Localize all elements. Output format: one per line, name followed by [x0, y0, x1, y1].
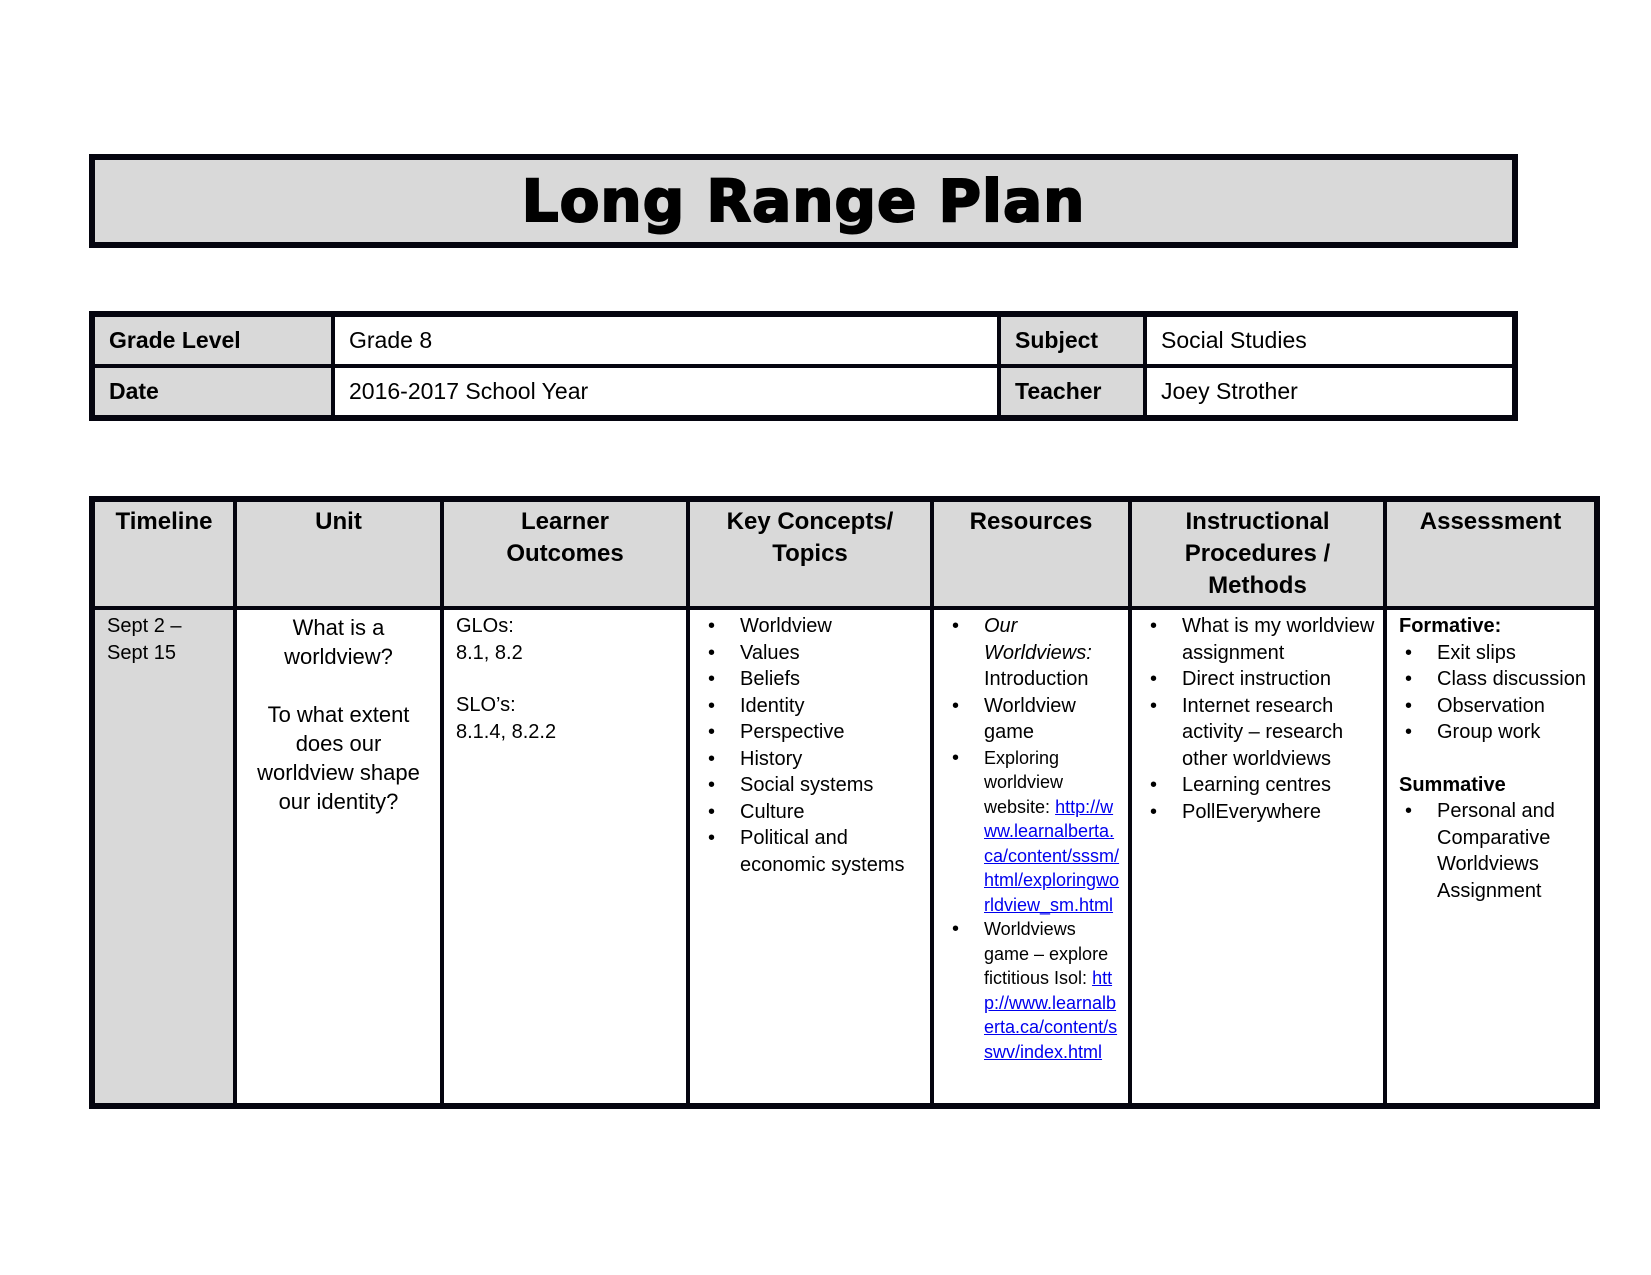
title-box: Long Range Plan [89, 154, 1518, 248]
summative-label: Summative [1399, 773, 1506, 796]
subject-label: Subject [997, 312, 1147, 368]
key-concept-item: Beliefs [708, 666, 924, 693]
glos-label: GLOs: [456, 615, 514, 637]
formative-item: Observation [1405, 693, 1588, 720]
resource-item: Worldview game [952, 693, 1122, 746]
method-item: Direct instruction [1150, 666, 1377, 693]
key-concept-item: Culture [708, 799, 924, 826]
page-title: Long Range Plan [521, 166, 1086, 236]
resource-item: Our Worldviews: Introduction [952, 613, 1122, 693]
glos-value: 8.1, 8.2 [456, 641, 523, 664]
timeline-start: Sept 2 – [107, 615, 182, 637]
formative-list: Exit slipsClass discussionObservationGro… [1399, 640, 1588, 746]
grade-level-value: Grade 8 [331, 312, 1001, 368]
header-learner-outcomes: Learner Outcomes [440, 497, 690, 610]
teacher-label: Teacher [997, 364, 1147, 420]
timeline-cell: Sept 2 – Sept 15 [90, 606, 237, 1108]
formative-item: Group work [1405, 719, 1588, 746]
key-concepts-list: WorldviewValuesBeliefsIdentityPerspectiv… [702, 613, 924, 878]
formative-item: Class discussion [1405, 666, 1588, 693]
method-item: Learning centres [1150, 772, 1377, 799]
resource-text: Introduction [984, 668, 1089, 690]
learner-outcomes-cell: GLOs: 8.1, 8.2 SLO’s: 8.1.4, 8.2.2 [440, 606, 690, 1108]
methods-list: What is my worldview assignmentDirect in… [1144, 613, 1377, 825]
header-resources: Resources [930, 497, 1132, 610]
header-key-concepts: Key Concepts/ Topics [686, 497, 934, 610]
resources-cell: Our Worldviews: Introduction Worldview g… [930, 606, 1132, 1108]
subject-value: Social Studies [1143, 312, 1517, 368]
header-unit: Unit [233, 497, 444, 610]
assessment-cell: Formative: Exit slipsClass discussionObs… [1383, 606, 1599, 1108]
formative-item: Exit slips [1405, 640, 1588, 667]
timeline-end: Sept 15 [107, 641, 176, 664]
key-concept-item: Worldview [708, 613, 924, 640]
formative-label: Formative: [1399, 615, 1502, 637]
key-concepts-cell: WorldviewValuesBeliefsIdentityPerspectiv… [686, 606, 934, 1108]
header-assessment: Assessment [1383, 497, 1599, 610]
resource-title: Our Worldviews: [984, 615, 1092, 664]
table-row: Sept 2 – Sept 15 What is a worldview? To… [90, 606, 1599, 1108]
info-row: Grade Level Grade 8 Subject Social Studi… [90, 312, 1517, 368]
date-label: Date [90, 364, 335, 420]
resources-list: Our Worldviews: Introduction Worldview g… [946, 613, 1122, 1064]
summative-list: Personal and Comparative Worldviews Assi… [1399, 798, 1588, 904]
method-item: PollEverywhere [1150, 799, 1377, 826]
unit-cell: What is a worldview? To what extent does… [233, 606, 444, 1108]
info-table: Grade Level Grade 8 Subject Social Studi… [89, 311, 1518, 421]
header-methods: Instructional Procedures / Methods [1128, 497, 1387, 610]
key-concept-item: Political and economic systems [708, 825, 924, 878]
key-concept-item: Social systems [708, 772, 924, 799]
slos-label: SLO’s: [456, 694, 516, 716]
key-concept-item: Perspective [708, 719, 924, 746]
method-item: What is my worldview assignment [1150, 613, 1377, 666]
resource-text: Exploring worldview website: [984, 747, 1064, 817]
slos-value: 8.1.4, 8.2.2 [456, 720, 557, 743]
grade-level-label: Grade Level [90, 312, 335, 368]
summative-item: Personal and Comparative Worldviews Assi… [1405, 798, 1588, 904]
header-timeline: Timeline [90, 497, 237, 610]
resource-item: Exploring worldview website: http://www.… [952, 746, 1122, 918]
plan-table: Timeline Unit Learner Outcomes Key Conce… [89, 496, 1600, 1109]
header-row: Timeline Unit Learner Outcomes Key Conce… [90, 497, 1599, 610]
methods-cell: What is my worldview assignmentDirect in… [1128, 606, 1387, 1108]
resource-text: Worldviews game – explore fictitious Iso… [984, 919, 1109, 988]
key-concept-item: Identity [708, 693, 924, 720]
method-item: Internet research activity – research ot… [1150, 693, 1377, 773]
key-concept-item: Values [708, 640, 924, 667]
key-concept-item: History [708, 746, 924, 773]
date-value: 2016-2017 School Year [331, 364, 1001, 420]
resource-item: Worldviews game – explore fictitious Iso… [952, 917, 1122, 1064]
info-row: Date 2016-2017 School Year Teacher Joey … [90, 364, 1517, 420]
unit-question-1: What is a worldview? [284, 615, 393, 669]
teacher-value: Joey Strother [1143, 364, 1517, 420]
unit-question-2: To what extent does our worldview shape … [257, 702, 420, 814]
